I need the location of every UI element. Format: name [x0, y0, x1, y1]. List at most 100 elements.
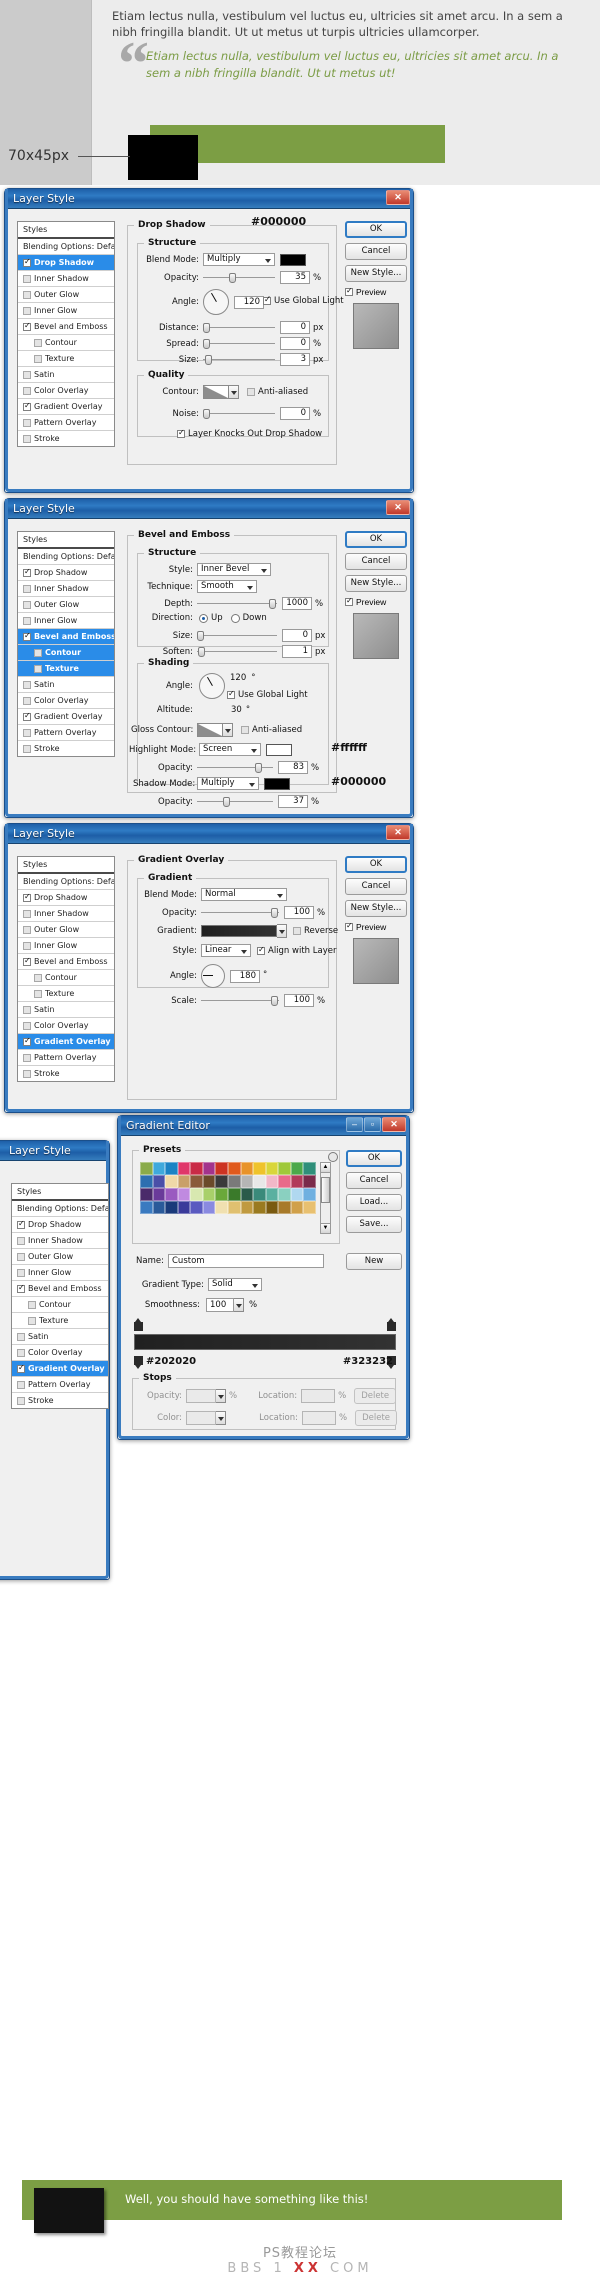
close-icon[interactable]: ✕ — [382, 1117, 406, 1132]
gradient-opacity-slider[interactable] — [201, 906, 279, 919]
gradient-type-select[interactable]: Solid — [208, 1278, 262, 1291]
opacity-value[interactable]: 100 — [284, 906, 314, 919]
save-button[interactable]: Save... — [346, 1216, 402, 1233]
sidebar-item-inner-shadow[interactable]: Inner Shadow — [18, 581, 114, 597]
preset-swatch[interactable] — [266, 1201, 279, 1214]
checkbox-icon[interactable] — [28, 1317, 36, 1325]
dialog-actions-2[interactable]: OK Cancel New Style... Preview — [345, 531, 407, 659]
sidebar-item-satin[interactable]: Satin — [18, 1002, 114, 1018]
altitude-value[interactable]: 30 — [231, 705, 242, 715]
preset-swatch[interactable] — [153, 1162, 166, 1175]
slider-thumb[interactable] — [203, 339, 210, 349]
shadow-mode-select[interactable]: Multiply — [197, 777, 259, 790]
preset-swatch[interactable] — [165, 1175, 178, 1188]
blend-mode-select[interactable]: Normal — [201, 888, 287, 901]
checkbox-icon[interactable] — [23, 403, 31, 411]
preset-swatch-grid[interactable] — [140, 1162, 316, 1214]
new-style-button[interactable]: New Style... — [345, 900, 407, 917]
preset-swatch[interactable] — [291, 1162, 304, 1175]
dialog-actions-1[interactable]: OK Cancel New Style... Preview — [345, 221, 407, 349]
slider-thumb[interactable] — [203, 409, 210, 419]
preset-swatch[interactable] — [215, 1188, 228, 1201]
preset-swatch[interactable] — [153, 1201, 166, 1214]
gradient-preview-strip[interactable] — [201, 925, 277, 937]
checkbox-icon[interactable] — [23, 1070, 31, 1078]
checkbox-icon[interactable] — [345, 598, 353, 606]
soften-slider[interactable] — [197, 645, 277, 658]
preset-swatch[interactable] — [241, 1175, 254, 1188]
checkbox-icon[interactable] — [23, 713, 31, 721]
chevron-down-icon[interactable] — [216, 1389, 226, 1403]
load-button[interactable]: Load... — [346, 1194, 402, 1211]
gradient-color-stop-left[interactable] — [134, 1356, 143, 1365]
distance-slider[interactable] — [203, 321, 275, 334]
new-button[interactable]: New — [346, 1253, 402, 1270]
sidebar-item-gradient-overlay[interactable]: Gradient Overlay — [12, 1361, 108, 1377]
checkbox-icon[interactable] — [28, 1301, 36, 1309]
styles-list-3[interactable]: Styles Blending Options: Default Drop Sh… — [17, 856, 115, 1082]
preset-swatch[interactable] — [165, 1188, 178, 1201]
stop-location-input[interactable] — [301, 1389, 335, 1403]
angle-value[interactable]: 180 — [230, 970, 260, 983]
preset-swatch[interactable] — [253, 1175, 266, 1188]
dialog-titlebar[interactable]: Layer Style ✕ — [5, 189, 413, 209]
checkbox-icon[interactable] — [345, 288, 353, 296]
checkbox-icon[interactable] — [17, 1397, 25, 1405]
sidebar-item-drop-shadow[interactable]: Drop Shadow — [18, 255, 114, 271]
sidebar-item-inner-glow[interactable]: Inner Glow — [18, 303, 114, 319]
opacity-value[interactable]: 35 — [280, 271, 310, 284]
shadow-opacity-value[interactable]: 37 — [278, 795, 308, 808]
sidebar-item-pattern-overlay[interactable]: Pattern Overlay — [18, 1050, 114, 1066]
noise-value[interactable]: 0 — [280, 407, 310, 420]
checkbox-icon[interactable] — [34, 665, 42, 673]
contour-preview[interactable] — [203, 385, 229, 399]
preset-swatch[interactable] — [228, 1201, 241, 1214]
sidebar-item-contour[interactable]: Contour — [18, 645, 114, 661]
opacity-slider[interactable] — [203, 271, 275, 284]
ok-button[interactable]: OK — [346, 1150, 402, 1167]
shadow-opacity-slider[interactable] — [197, 795, 273, 808]
sidebar-item-contour[interactable]: Contour — [18, 335, 114, 351]
sidebar-item-blending-options[interactable]: Blending Options: Default — [18, 239, 114, 255]
sidebar-item-texture[interactable]: Texture — [18, 661, 114, 677]
sidebar-item-outer-glow[interactable]: Outer Glow — [12, 1249, 108, 1265]
checkbox-icon[interactable] — [34, 355, 42, 363]
sidebar-item-contour[interactable]: Contour — [12, 1297, 108, 1313]
scale-slider[interactable] — [201, 994, 279, 1007]
sidebar-item-outer-glow[interactable]: Outer Glow — [18, 922, 114, 938]
sidebar-item-inner-shadow[interactable]: Inner Shadow — [18, 906, 114, 922]
radio-up[interactable] — [199, 614, 208, 623]
checkbox-icon[interactable] — [23, 697, 31, 705]
chevron-down-icon[interactable] — [277, 924, 287, 938]
preset-swatch[interactable] — [215, 1201, 228, 1214]
preset-swatch[interactable] — [303, 1175, 316, 1188]
shadow-color-swatch[interactable] — [280, 254, 306, 266]
ok-button[interactable]: OK — [345, 221, 407, 238]
bevel-style-select[interactable]: Inner Bevel — [197, 563, 271, 576]
smoothness-input[interactable]: 100 — [206, 1298, 234, 1312]
highlight-opacity-slider[interactable] — [197, 761, 273, 774]
new-style-button[interactable]: New Style... — [345, 575, 407, 592]
preset-swatch[interactable] — [253, 1188, 266, 1201]
gradient-name-input[interactable]: Custom — [168, 1254, 324, 1268]
highlight-color-swatch[interactable] — [266, 744, 292, 756]
preset-swatch[interactable] — [140, 1175, 153, 1188]
styles-list-1[interactable]: Styles Blending Options: Default Drop Sh… — [17, 221, 115, 447]
slider-thumb[interactable] — [271, 908, 278, 918]
preset-swatch[interactable] — [190, 1188, 203, 1201]
preset-swatch[interactable] — [190, 1175, 203, 1188]
checkbox-icon[interactable] — [345, 923, 353, 931]
checkbox-icon[interactable] — [23, 371, 31, 379]
shadow-color-swatch[interactable] — [264, 778, 290, 790]
minimize-icon[interactable]: – — [346, 1117, 363, 1132]
soften-value[interactable]: 1 — [282, 645, 312, 658]
preview-checkbox-row[interactable]: Preview — [345, 287, 407, 297]
preset-swatch[interactable] — [278, 1175, 291, 1188]
sidebar-item-gradient-overlay[interactable]: Gradient Overlay — [18, 709, 114, 725]
slider-thumb[interactable] — [205, 355, 212, 365]
preset-swatch[interactable] — [291, 1188, 304, 1201]
sidebar-item-inner-glow[interactable]: Inner Glow — [12, 1265, 108, 1281]
sidebar-item-bevel-and-emboss[interactable]: Bevel and Emboss — [18, 629, 114, 645]
slider-thumb[interactable] — [223, 797, 230, 807]
technique-select[interactable]: Smooth — [197, 580, 257, 593]
